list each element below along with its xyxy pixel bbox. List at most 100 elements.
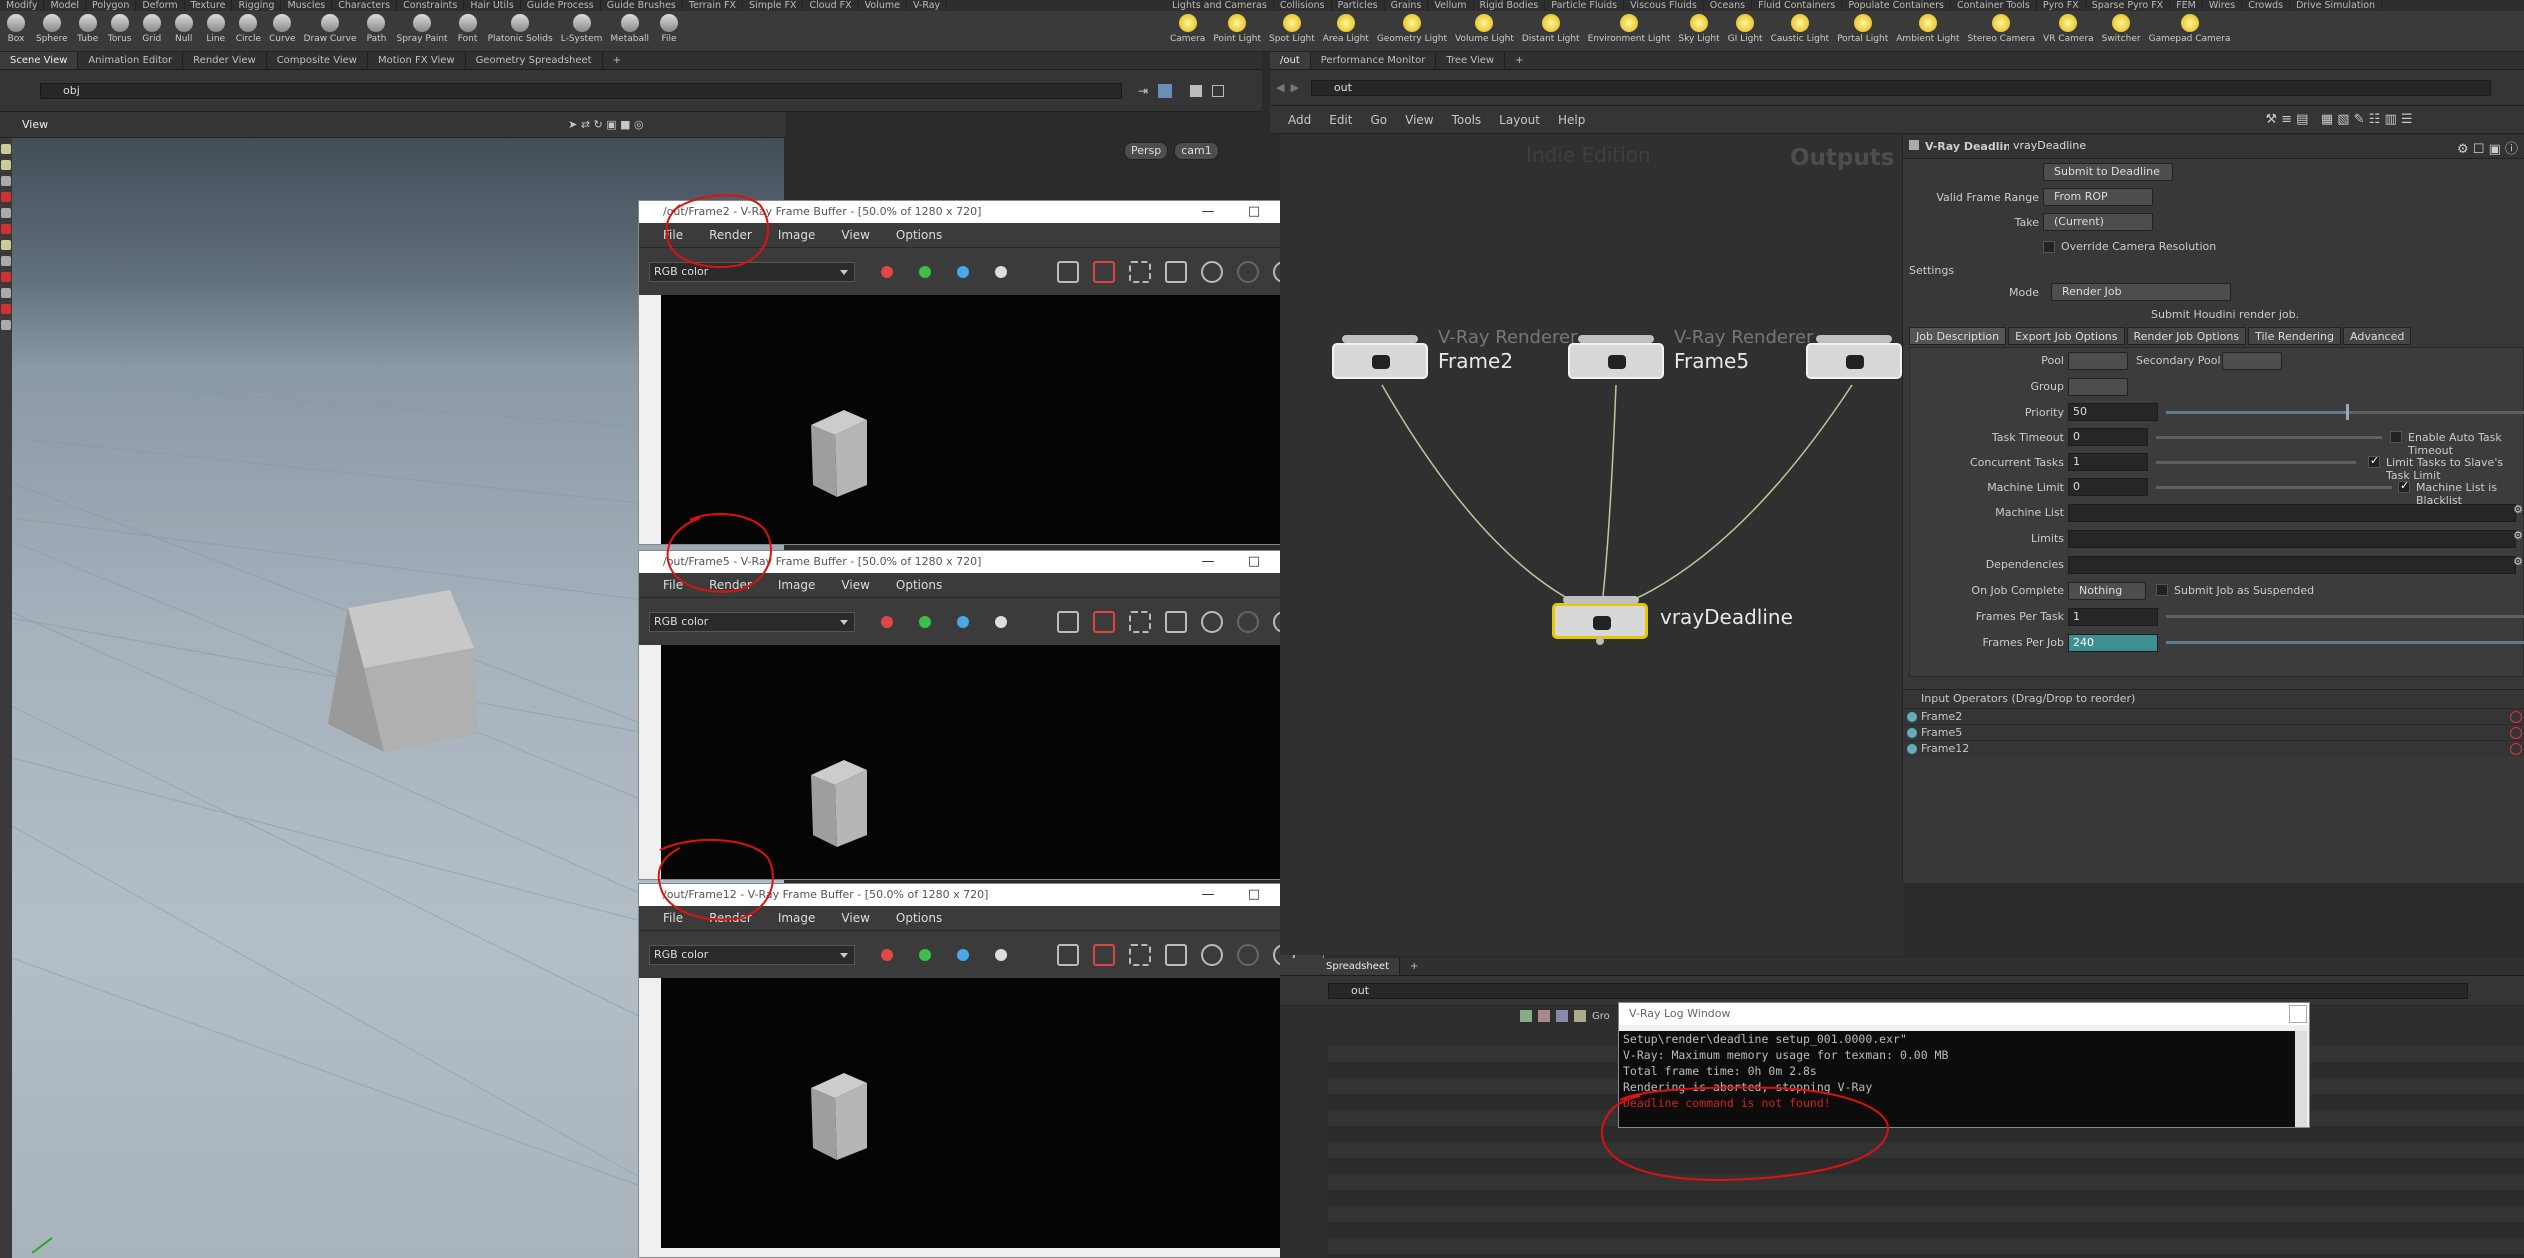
view-tool-icon[interactable] xyxy=(1,288,11,298)
menu-image[interactable]: Image xyxy=(778,911,816,925)
render-interactive-icon[interactable] xyxy=(1201,943,1223,966)
take-dropdown[interactable]: (Current) xyxy=(2043,213,2153,231)
shelf-tool[interactable]: Volume Light xyxy=(1451,14,1518,44)
shelf-tool[interactable]: Environment Light xyxy=(1584,14,1675,44)
valid-frame-range-dropdown[interactable]: From ROP xyxy=(2043,188,2153,206)
shelf-tab[interactable]: Particles xyxy=(1332,0,1385,11)
alpha-channel-button[interactable] xyxy=(995,948,1007,961)
input-operator-row[interactable]: Frame5 xyxy=(1903,724,2524,740)
red-channel-button[interactable] xyxy=(881,265,893,278)
limit-slave-checkbox[interactable] xyxy=(2368,454,2380,468)
shelf-tool[interactable]: Portal Light xyxy=(1833,14,1892,44)
scale-tool-icon[interactable] xyxy=(1,224,11,234)
shelf-tab[interactable]: Constraints xyxy=(397,0,465,11)
shelf-tool[interactable]: Sphere xyxy=(32,14,72,44)
render-interactive-icon[interactable] xyxy=(1201,260,1223,283)
layout-icon[interactable] xyxy=(1212,84,1225,97)
shelf-tool[interactable]: Curve xyxy=(265,14,300,44)
shelf-tab[interactable]: Sparse Pyro FX xyxy=(2086,0,2171,11)
brush-tool-icon[interactable] xyxy=(1,240,11,250)
channel-select[interactable]: RGB color xyxy=(649,261,855,282)
track-mouse-icon[interactable] xyxy=(1165,260,1187,283)
output-connector[interactable] xyxy=(1596,637,1604,645)
mode-dropdown[interactable]: Render Job xyxy=(2051,283,2231,301)
alpha-channel-button[interactable] xyxy=(995,265,1007,278)
menu-options[interactable]: Options xyxy=(896,911,942,925)
shelf-tab[interactable]: Particle Fluids xyxy=(1545,0,1625,11)
auto-timeout-checkbox[interactable] xyxy=(2390,431,2402,443)
shelf-tab[interactable]: Guide Brushes xyxy=(601,0,683,11)
network-view[interactable]: Indie Edition Outputs V-Ray Renderer Fra… xyxy=(1280,135,1904,955)
suspended-checkbox[interactable] xyxy=(2156,584,2168,596)
frames-per-task-field[interactable]: 1 xyxy=(2068,608,2158,626)
shelf-tool[interactable]: Gamepad Camera xyxy=(2145,14,2235,44)
tab-tile-rendering[interactable]: Tile Rendering xyxy=(2248,327,2342,345)
machine-limit-slider[interactable] xyxy=(2156,486,2392,489)
concurrent-tasks-field[interactable]: 1 xyxy=(2068,453,2148,471)
submit-to-deadline-button[interactable]: Submit to Deadline xyxy=(2043,163,2173,181)
track-mouse-icon[interactable] xyxy=(1165,943,1187,966)
blue-channel-button[interactable] xyxy=(957,948,969,961)
tab-spreadsheet[interactable]: Spreadsheet xyxy=(1280,958,1400,975)
priority-field[interactable]: 50 xyxy=(2068,403,2158,421)
shelf-tab[interactable]: Drive Simulation xyxy=(2290,0,2383,11)
shelf-tab[interactable]: Modify xyxy=(0,0,45,11)
rotate-tool-icon[interactable] xyxy=(1,176,11,186)
shelf-tab[interactable]: Rigging xyxy=(232,0,282,11)
region-render-icon[interactable] xyxy=(1129,610,1151,633)
shelf-tab[interactable]: Populate Containers xyxy=(1842,0,1952,11)
remove-input-icon[interactable] xyxy=(2510,727,2522,739)
maximize-button[interactable]: □ xyxy=(1231,201,1277,223)
point-icon[interactable] xyxy=(1520,1010,1532,1022)
shelf-tool[interactable]: Point Light xyxy=(1209,14,1265,44)
shelf-tool[interactable]: Spot Light xyxy=(1265,14,1319,44)
group-dropdown[interactable] xyxy=(2068,378,2128,396)
blue-channel-button[interactable] xyxy=(957,265,969,278)
shelf-tool[interactable]: Draw Curve xyxy=(300,14,361,44)
shelf-tab[interactable]: Crowds xyxy=(2242,0,2291,11)
shelf-tab[interactable]: Vellum xyxy=(1428,0,1474,11)
gear-icon[interactable]: ⚙ xyxy=(2513,529,2523,542)
network-tool-icons[interactable]: ⚒ ≡ ▤ ▦ ▧ ✎ ☷ ▥ ☰ xyxy=(2265,112,2412,127)
shelf-tab[interactable]: Collisions xyxy=(1274,0,1332,11)
channel-select[interactable]: RGB color xyxy=(649,944,855,965)
input-operator-row[interactable]: Frame2 xyxy=(1903,708,2524,724)
shelf-tab[interactable]: Lights and Cameras xyxy=(1166,0,1274,11)
task-timeout-slider[interactable] xyxy=(2156,436,2382,439)
transform-tool-icon[interactable] xyxy=(1,160,11,170)
shelf-tab[interactable]: Hair Utils xyxy=(464,0,521,11)
shelf-tab[interactable]: Polygon xyxy=(86,0,137,11)
menu-help[interactable]: Help xyxy=(1558,113,1585,127)
select-tool-icon[interactable] xyxy=(1,144,11,154)
magnet-tool-icon[interactable] xyxy=(1,272,11,282)
shelf-tab[interactable]: V-Ray xyxy=(907,0,948,11)
tab-out[interactable]: /out xyxy=(1270,52,1311,69)
concurrent-tasks-slider[interactable] xyxy=(2156,461,2356,464)
limits-field[interactable] xyxy=(2068,530,2516,548)
snap-tool-icon[interactable] xyxy=(1,256,11,266)
remove-input-icon[interactable] xyxy=(2510,711,2522,723)
frames-per-job-field[interactable]: 240 xyxy=(2068,634,2158,652)
shelf-tab[interactable]: Model xyxy=(44,0,87,11)
menu-edit[interactable]: Edit xyxy=(1329,113,1352,127)
menu-image[interactable]: Image xyxy=(778,578,816,592)
network-path-field[interactable]: out xyxy=(1310,79,2491,96)
tab-export-job-options[interactable]: Export Job Options xyxy=(2008,327,2125,345)
tab-geometry-spreadsheet[interactable]: Geometry Spreadsheet xyxy=(466,52,603,69)
red-channel-button[interactable] xyxy=(881,948,893,961)
alpha-channel-button[interactable] xyxy=(995,615,1007,628)
shelf-tool[interactable]: L-System xyxy=(557,14,607,44)
shelf-tool[interactable]: Metaball xyxy=(606,14,653,44)
vray-log-window[interactable]: V-Ray Log Window Setup\render\deadline s… xyxy=(1618,1002,2310,1128)
green-channel-button[interactable] xyxy=(919,948,931,961)
vfb-titlebar[interactable]: /out/Frame5 - V-Ray Frame Buffer - [50.0… xyxy=(639,551,1323,573)
menu-file[interactable]: File xyxy=(663,911,683,925)
tab-motion-fx-view[interactable]: Motion FX View xyxy=(368,52,466,69)
detail-icon[interactable] xyxy=(1574,1010,1586,1022)
spreadsheet-path-field[interactable]: out xyxy=(1328,982,2468,999)
shelf-tool[interactable]: Grid xyxy=(136,14,168,44)
vertex-icon[interactable] xyxy=(1538,1010,1550,1022)
stop-render-icon[interactable] xyxy=(1237,610,1259,633)
shelf-tab[interactable]: Oceans xyxy=(1704,0,1753,11)
shelf-tab[interactable]: Deform xyxy=(136,0,185,11)
